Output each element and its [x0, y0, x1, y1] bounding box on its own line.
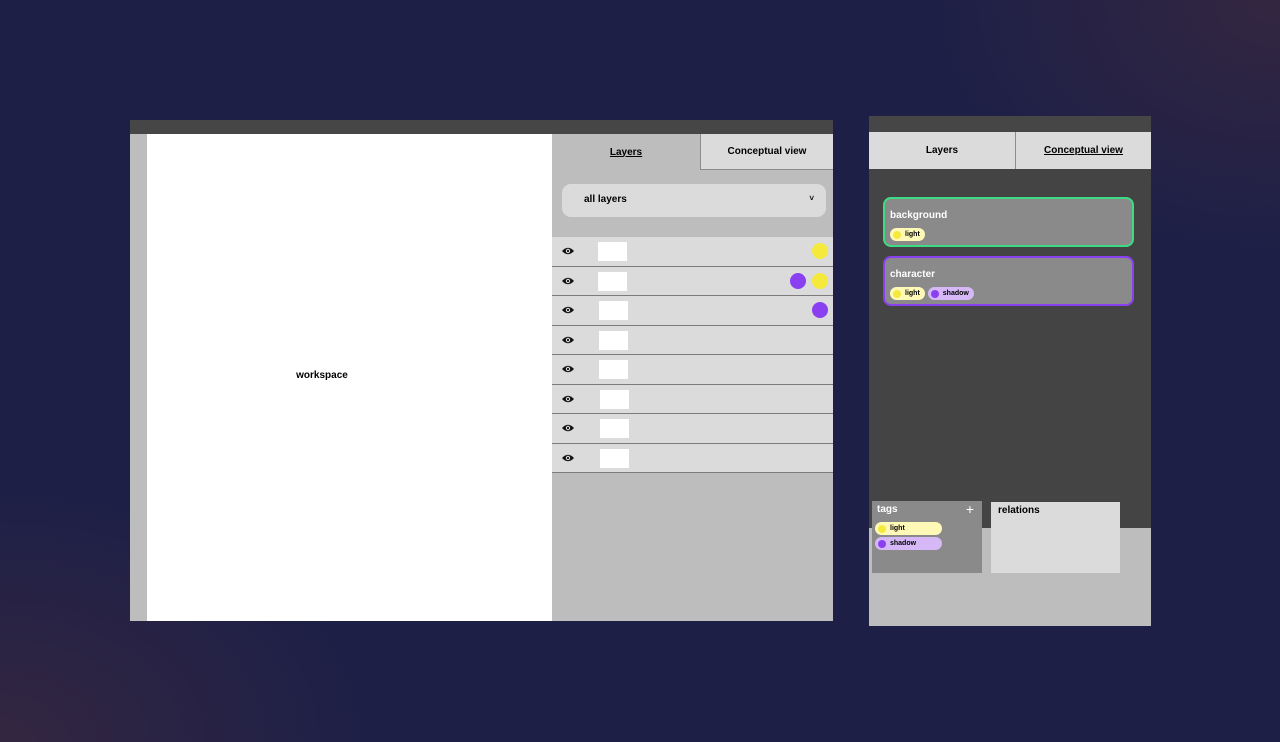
tag-chip-light[interactable]: light [890, 228, 925, 241]
tag-color-dot [930, 289, 939, 298]
tag-chip-shadow[interactable]: shadow [927, 287, 974, 300]
tag-color-dot [878, 524, 886, 533]
chevron-down-icon: ˅ [809, 194, 814, 203]
layer-list [552, 237, 833, 473]
tag-chip-label: light [905, 290, 920, 297]
eye-icon[interactable] [561, 246, 575, 256]
tag-chip-label: light [890, 525, 905, 532]
layer-filter-dropdown[interactable]: all layers ˅ [562, 184, 826, 217]
tab-conceptual-label: Conceptual view [1044, 145, 1123, 156]
layer-row[interactable] [552, 414, 833, 444]
layers-window: workspace Layers Conceptual view all lay… [130, 120, 833, 621]
tag-chip-shadow[interactable]: shadow [875, 537, 942, 550]
relations-panel-title: relations [998, 505, 1040, 516]
layer-filter-value: all layers [584, 194, 627, 205]
workspace-canvas[interactable]: workspace [147, 134, 552, 621]
plus-icon[interactable]: + [966, 501, 974, 517]
layer-thumbnail[interactable] [600, 389, 629, 409]
tag-dot-shadow [812, 302, 828, 318]
layer-row[interactable] [552, 355, 833, 385]
tag-color-dot [893, 289, 901, 298]
layer-row[interactable] [552, 237, 833, 267]
eye-icon[interactable] [561, 364, 575, 374]
tag-chip-label: light [905, 231, 920, 238]
layer-row[interactable] [552, 443, 833, 473]
tag-dot-light [812, 272, 828, 289]
eye-icon[interactable] [561, 394, 575, 404]
layer-thumbnail[interactable] [600, 419, 629, 438]
tags-panel: tags + light shadow [872, 501, 982, 573]
conceptual-canvas[interactable]: tags + light shadow relations background l… [869, 169, 1151, 573]
tag-chip-light[interactable]: light [875, 522, 942, 535]
side-panel: Layers Conceptual view all layers ˅ [552, 134, 833, 621]
tab-conceptual-view[interactable]: Conceptual view [1016, 132, 1151, 169]
concept-node-character[interactable]: character light shadow [883, 256, 1134, 306]
eye-icon[interactable] [561, 276, 575, 286]
tab-layers[interactable]: Layers [869, 132, 1016, 169]
layer-row[interactable] [552, 384, 833, 414]
eye-icon[interactable] [561, 453, 575, 463]
tag-chip-light[interactable]: light [890, 287, 925, 300]
eye-icon[interactable] [561, 305, 575, 315]
tag-color-dot [893, 230, 901, 239]
concept-node-background[interactable]: background light [883, 197, 1134, 247]
tag-dot-shadow [790, 272, 806, 289]
layer-row[interactable] [552, 325, 833, 355]
conceptual-window: Layers Conceptual view tags + light shado… [869, 116, 1151, 626]
layer-thumbnail[interactable] [598, 242, 627, 261]
tab-layers-label: Layers [925, 145, 959, 156]
eye-icon[interactable] [561, 423, 575, 433]
tag-dot-light [812, 243, 828, 259]
tab-conceptual-label: Conceptual view [727, 146, 807, 157]
concept-node-title: character [890, 269, 936, 280]
layer-thumbnail[interactable] [599, 301, 628, 320]
tab-layers-label: Layers [609, 146, 643, 158]
tab-conceptual-view[interactable]: Conceptual view [700, 134, 833, 170]
eye-icon[interactable] [561, 335, 575, 345]
relations-panel: relations [991, 502, 1120, 573]
layer-thumbnail[interactable] [599, 360, 628, 379]
tags-panel-title: tags [877, 504, 898, 515]
window-titlebar[interactable] [869, 116, 1151, 132]
window-titlebar[interactable] [130, 120, 833, 134]
layer-row[interactable] [552, 266, 833, 296]
tag-color-dot [878, 539, 886, 548]
layer-thumbnail[interactable] [600, 448, 629, 468]
workspace-gutter [130, 134, 147, 621]
tag-chip-label: shadow [890, 540, 917, 547]
layer-thumbnail[interactable] [598, 271, 627, 291]
layer-row[interactable] [552, 296, 833, 326]
tag-chip-label: shadow [942, 290, 969, 297]
layer-thumbnail[interactable] [599, 330, 628, 350]
tab-layers[interactable]: Layers [552, 134, 700, 170]
workspace-label: workspace [296, 370, 348, 381]
concept-node-title: background [890, 210, 948, 221]
